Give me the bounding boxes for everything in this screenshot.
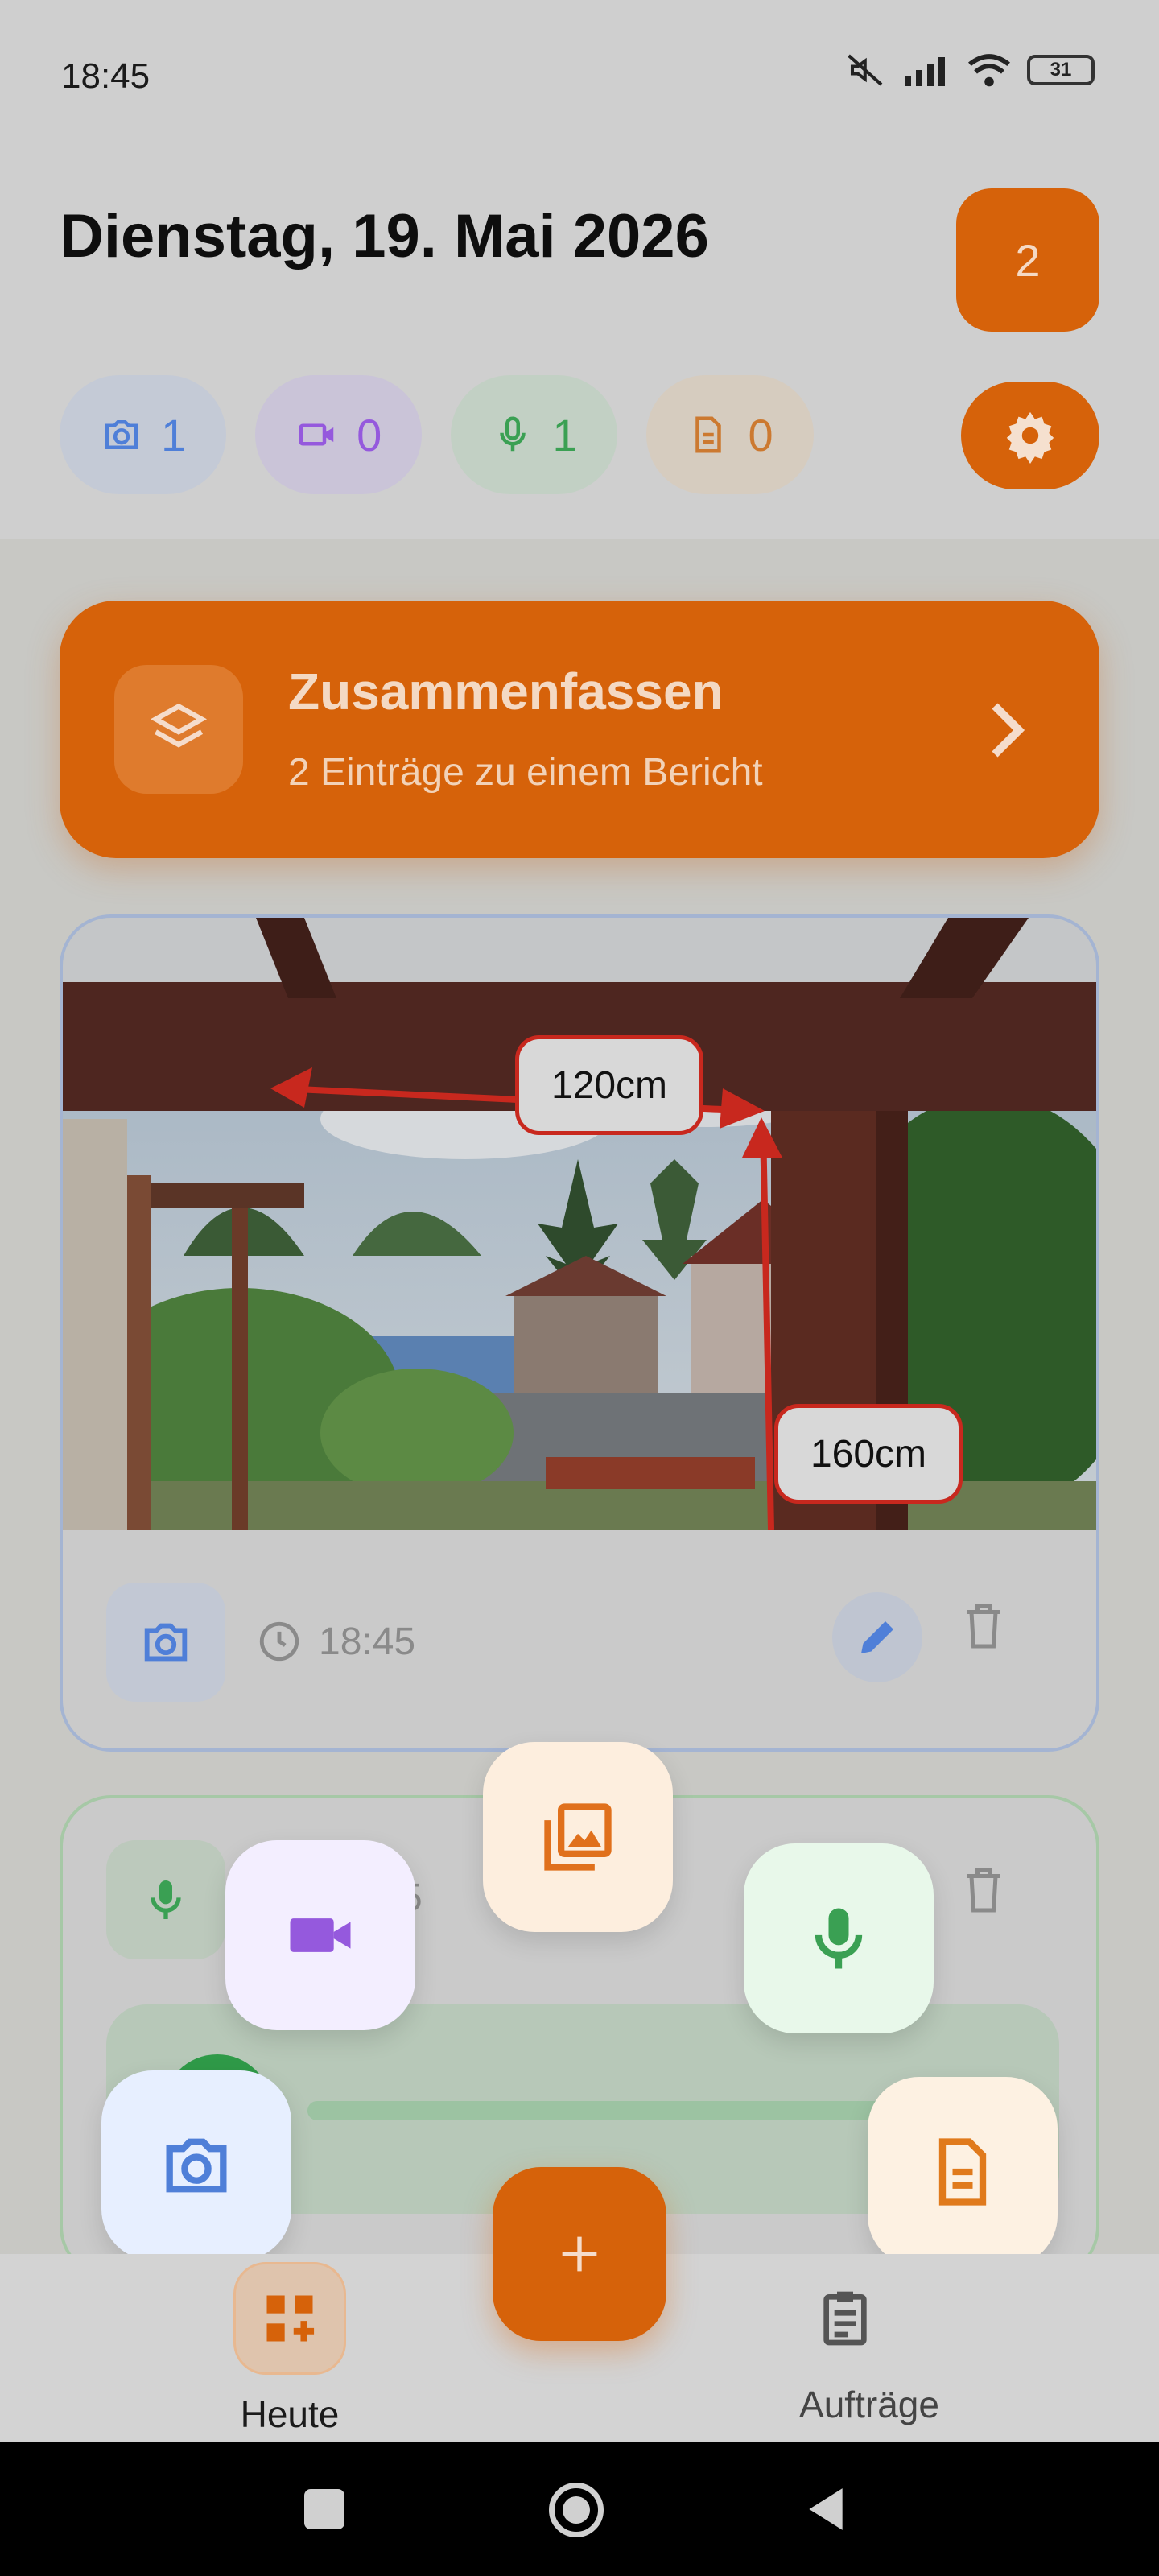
chevron-right-icon	[992, 703, 1025, 758]
audio-type-badge	[106, 1840, 225, 1959]
recents-button[interactable]	[304, 2489, 344, 2529]
gear-icon	[1006, 411, 1054, 464]
audio-count-chip[interactable]: 1	[451, 375, 618, 494]
photo-count: 1	[161, 409, 187, 460]
mic-icon	[815, 1908, 863, 1969]
video-count: 0	[357, 409, 382, 460]
clipboard-icon	[823, 2291, 867, 2346]
camera-icon	[144, 1623, 188, 1662]
summarize-banner[interactable]: Zusammenfassen 2 Einträge zu einem Beric…	[60, 601, 1099, 858]
video-count-chip[interactable]: 0	[255, 375, 423, 494]
mic-icon	[500, 416, 526, 452]
trash-icon	[967, 1868, 1000, 1913]
nav-orders-label[interactable]: Aufträge	[773, 2383, 966, 2426]
delete-button[interactable]	[959, 1599, 1008, 1657]
wifi-icon	[968, 54, 1010, 87]
summary-subtitle: 2 Einträge zu einem Bericht	[288, 751, 763, 794]
entry-count-badge[interactable]: 2	[956, 188, 1099, 332]
height-annotation: 160cm	[774, 1404, 963, 1504]
photo-thumbnail[interactable]: 120cm 160cm	[63, 918, 1096, 1530]
nav-orders-button[interactable]	[813, 2286, 877, 2355]
document-count: 0	[748, 409, 773, 460]
battery-indicator: 31	[1027, 55, 1095, 85]
header: Dienstag, 19. Mai 2026 2 1 0 1 0	[0, 153, 1159, 539]
photo-entry-time: 18:45	[256, 1618, 415, 1665]
settings-button[interactable]	[961, 382, 1099, 489]
video-icon	[290, 1918, 351, 1952]
home-icon	[563, 2496, 590, 2524]
camera-icon	[105, 420, 138, 449]
home-button[interactable]	[549, 2483, 604, 2537]
add-video-button[interactable]	[225, 1840, 415, 2030]
photo-entry-card[interactable]: 120cm 160cm 18:45	[60, 914, 1099, 1752]
audio-delete-button[interactable]	[959, 1863, 1008, 1922]
photo-time-text: 18:45	[319, 1620, 416, 1663]
photo-count-chip[interactable]: 1	[60, 375, 227, 494]
gallery-icon	[544, 1803, 612, 1871]
entries-list: Zusammenfassen 2 Einträge zu einem Beric…	[0, 539, 1159, 2278]
audio-count: 1	[552, 409, 578, 460]
summary-icon-box	[114, 665, 243, 794]
video-icon	[299, 423, 334, 446]
status-bar: 18:45 31	[0, 0, 1159, 153]
trash-icon	[967, 1604, 1000, 1649]
stats-chips: 1 0 1 0	[60, 375, 814, 494]
document-icon	[695, 416, 722, 453]
add-entry-fab[interactable]	[493, 2167, 666, 2341]
audio-progress-bar[interactable]	[307, 2101, 919, 2120]
edit-button[interactable]	[832, 1592, 922, 1682]
nav-today-label[interactable]: Heute	[193, 2392, 386, 2436]
mute-icon	[848, 54, 883, 86]
layers-icon	[150, 703, 208, 748]
mic-icon	[151, 1880, 181, 1919]
add-photo-button[interactable]	[101, 2070, 291, 2260]
document-icon	[938, 2138, 987, 2206]
plus-icon	[562, 2236, 597, 2272]
status-icons: 31	[845, 52, 1095, 89]
status-time: 18:45	[61, 56, 151, 96]
photo-type-badge	[106, 1583, 225, 1702]
add-document-button[interactable]	[868, 2077, 1058, 2267]
add-audio-button[interactable]	[744, 1843, 934, 2033]
system-navigation-bar	[0, 2442, 1159, 2576]
page-title: Dienstag, 19. Mai 2026	[60, 202, 709, 270]
document-count-chip[interactable]: 0	[646, 375, 814, 494]
back-icon[interactable]	[805, 2484, 847, 2534]
dashboard-add-icon	[266, 2295, 315, 2342]
clock-icon	[259, 1621, 299, 1662]
add-gallery-button[interactable]	[483, 1742, 673, 1932]
signal-icon	[905, 57, 945, 86]
width-annotation: 120cm	[515, 1035, 703, 1135]
pencil-icon	[861, 1621, 893, 1653]
summary-title: Zusammenfassen	[288, 663, 724, 720]
nav-today-button[interactable]	[233, 2262, 346, 2375]
camera-icon	[166, 2138, 227, 2193]
